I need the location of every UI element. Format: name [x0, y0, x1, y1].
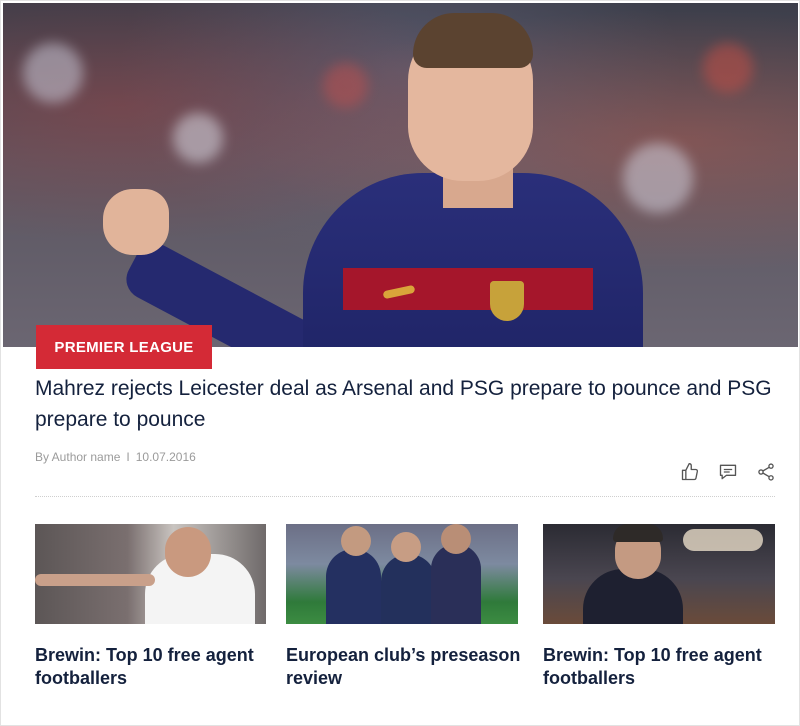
share-icon[interactable]	[755, 461, 777, 483]
article-card: PREMIER LEAGUE Mahrez rejects Leicester …	[0, 0, 800, 726]
player-figure	[165, 527, 211, 577]
author-name: By Author name	[35, 450, 121, 464]
story-thumbnail[interactable]	[35, 524, 266, 624]
comment-icon[interactable]	[717, 461, 739, 483]
bokeh-light	[23, 43, 83, 103]
story-thumbnail[interactable]	[543, 524, 775, 624]
player-figure	[431, 544, 481, 624]
player-figure	[613, 524, 663, 542]
bokeh-light	[173, 113, 223, 163]
article-actions	[679, 461, 777, 483]
player-fist	[103, 189, 169, 255]
category-badge[interactable]: PREMIER LEAGUE	[36, 325, 212, 369]
stadium-light	[683, 529, 763, 551]
story-title[interactable]: European club’s preseason review	[286, 644, 521, 690]
player-figure	[441, 524, 471, 554]
bokeh-light	[323, 63, 368, 108]
article-headline[interactable]: Mahrez rejects Leicester deal as Arsenal…	[35, 373, 775, 435]
meta-separator: I	[126, 450, 130, 464]
player-figure	[381, 554, 436, 624]
thumbs-up-icon[interactable]	[679, 461, 701, 483]
story-thumbnail[interactable]	[286, 524, 518, 624]
bokeh-light	[703, 43, 753, 93]
jersey-stripe	[343, 268, 593, 310]
club-crest	[490, 281, 524, 321]
player-hair	[413, 13, 533, 68]
story-title[interactable]: Brewin: Top 10 free agent footballers	[35, 644, 270, 690]
publish-date: 10.07.2016	[135, 450, 196, 464]
story-title[interactable]: Brewin: Top 10 free agent footballers	[543, 644, 778, 690]
article-meta: By Author name I 10.07.2016	[35, 450, 196, 464]
player-figure	[35, 574, 155, 586]
player-figure	[326, 549, 381, 624]
player-figure	[391, 532, 421, 562]
player-figure	[341, 526, 371, 556]
bokeh-light	[623, 143, 693, 213]
divider	[35, 496, 775, 497]
hero-image[interactable]	[3, 3, 798, 347]
